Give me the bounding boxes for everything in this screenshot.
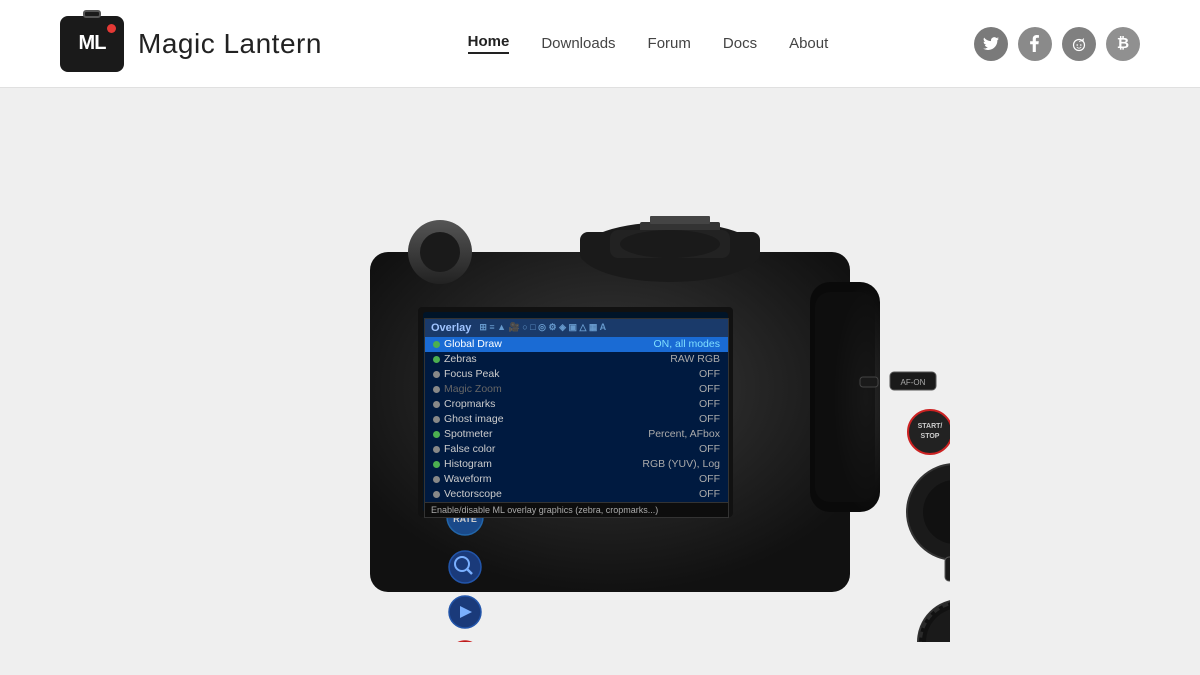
hero-section: MENU INFO RATE 🗑 START/ STOP: [0, 88, 1200, 675]
svg-text:STOP: STOP: [921, 433, 940, 440]
menu-row: VectorscopeOFF: [425, 487, 728, 502]
svg-text:START/: START/: [918, 423, 943, 430]
camera-tab-icon: [83, 10, 101, 18]
site-title: Magic Lantern: [138, 28, 322, 60]
logo-area: ML Magic Lantern: [60, 16, 322, 72]
logo-red-dot: [107, 24, 116, 33]
main-nav: Home Downloads Forum Docs About: [468, 33, 829, 54]
nav-forum[interactable]: Forum: [648, 35, 691, 52]
menu-rows-container: Global DrawON, all modesZebrasRAW RGBFoc…: [425, 337, 728, 517]
menu-row: SpotmeterPercent, AFbox: [425, 427, 728, 442]
menu-row: WaveformOFF: [425, 472, 728, 487]
menu-row: Ghost imageOFF: [425, 412, 728, 427]
facebook-icon[interactable]: [1018, 27, 1052, 61]
status-bar: Enable/disable ML overlay graphics (zebr…: [425, 502, 728, 517]
nav-downloads[interactable]: Downloads: [541, 35, 615, 52]
camera-container: MENU INFO RATE 🗑 START/ STOP: [250, 122, 950, 642]
nav-home[interactable]: Home: [468, 33, 510, 54]
camera-screen: Overlay ⊞ ≡ ▲ 🎥 ○ □ ◎ ⚙ ◈ ▣ △ ▦ A Global…: [424, 318, 729, 518]
logo-box: ML: [60, 16, 124, 72]
menu-row: ZebrasRAW RGB: [425, 352, 728, 367]
menu-row: Global DrawON, all modes: [425, 337, 728, 352]
social-icons-group: ₿: [974, 27, 1140, 61]
bitcoin-icon[interactable]: ₿: [1106, 27, 1140, 61]
reddit-icon[interactable]: [1062, 27, 1096, 61]
site-header: ML Magic Lantern Home Downloads Forum Do…: [0, 0, 1200, 88]
svg-text:AF-ON: AF-ON: [901, 378, 926, 387]
twitter-icon[interactable]: [974, 27, 1008, 61]
nav-docs[interactable]: Docs: [723, 35, 757, 52]
menu-row: HistogramRGB (YUV), Log: [425, 457, 728, 472]
menu-row: Focus PeakOFF: [425, 367, 728, 382]
logo-text: ML: [79, 32, 106, 55]
screen-title: Overlay: [431, 322, 471, 334]
screen-title-bar: Overlay ⊞ ≡ ▲ 🎥 ○ □ ◎ ⚙ ◈ ▣ △ ▦ A: [425, 319, 728, 337]
menu-row: Magic ZoomOFF: [425, 382, 728, 397]
menu-row: False colorOFF: [425, 442, 728, 457]
nav-about[interactable]: About: [789, 35, 828, 52]
menu-row: CropmarksOFF: [425, 397, 728, 412]
